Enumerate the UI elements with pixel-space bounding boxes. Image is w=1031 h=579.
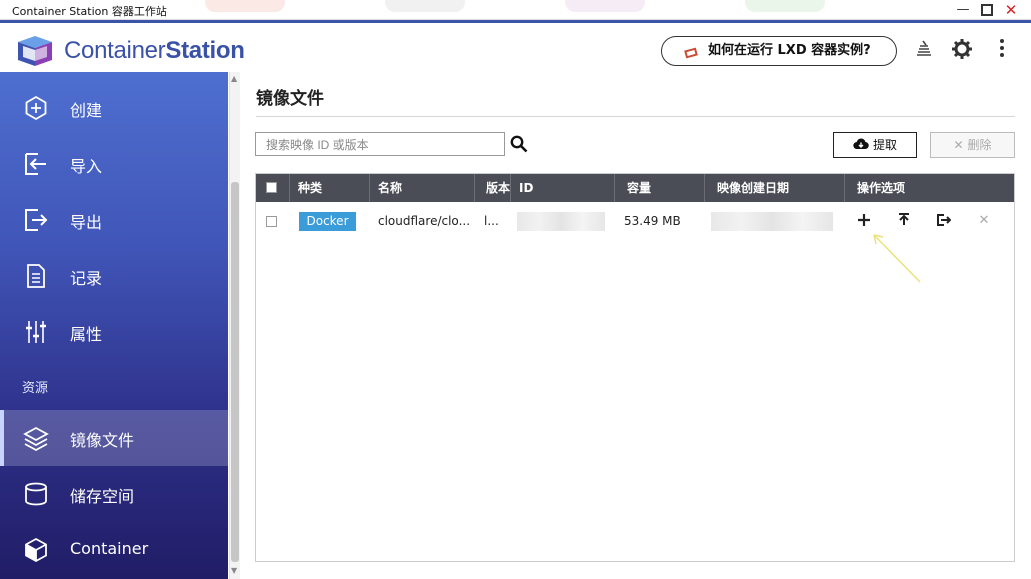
image-version: l... bbox=[484, 214, 499, 228]
sidebar-item-label: 储存空间 bbox=[70, 487, 135, 506]
blurred-tab bbox=[745, 0, 825, 12]
cloud-download-icon bbox=[853, 138, 869, 150]
column-header-id[interactable]: ID bbox=[511, 174, 615, 202]
container-station-logo-icon bbox=[18, 36, 52, 66]
logo-text-regular: Container bbox=[64, 37, 166, 64]
table-row[interactable]: Docker cloudflare/clo... l... 53.49 MB ✕ bbox=[256, 204, 1014, 240]
scrollbar-thumb[interactable] bbox=[231, 182, 239, 562]
minimize-icon[interactable]: — bbox=[955, 2, 971, 18]
created-date-redacted bbox=[711, 212, 833, 231]
gear-icon[interactable] bbox=[950, 38, 974, 62]
export-icon bbox=[25, 209, 48, 231]
sliders-icon bbox=[26, 321, 46, 343]
layers-icon bbox=[23, 426, 49, 452]
document-icon bbox=[27, 264, 45, 288]
image-name[interactable]: cloudflare/clo... bbox=[378, 214, 470, 228]
type-badge: Docker bbox=[299, 212, 356, 231]
logo-text-bold: Station bbox=[165, 37, 245, 64]
sidebar-item-label: 记录 bbox=[70, 269, 103, 288]
window-titlebar: Container Station 容器工作站 — ✕ bbox=[0, 0, 1031, 20]
pull-button-label: 提取 bbox=[872, 138, 897, 152]
search-icon[interactable] bbox=[510, 135, 528, 153]
blurred-tab bbox=[385, 0, 465, 12]
scroll-up-icon[interactable]: ▲ bbox=[231, 74, 237, 83]
select-all-checkbox[interactable] bbox=[266, 182, 277, 193]
stack-icon[interactable] bbox=[912, 38, 936, 62]
image-size: 53.49 MB bbox=[624, 214, 681, 228]
x-icon: ✕ bbox=[953, 138, 964, 152]
sidebar-item-images[interactable]: 镜像文件 bbox=[0, 410, 228, 466]
delete-row-x-icon[interactable]: ✕ bbox=[975, 212, 993, 230]
more-icon[interactable] bbox=[990, 38, 1014, 62]
pull-button[interactable]: 提取 bbox=[833, 132, 917, 158]
title-divider bbox=[256, 116, 1015, 117]
app-header: ContainerStation 如何在运行 LXD 容器实例? bbox=[0, 20, 1031, 72]
scroll-down-icon[interactable]: ▼ bbox=[231, 566, 237, 575]
app-logo-text: ContainerStation bbox=[64, 37, 245, 65]
maximize-icon[interactable] bbox=[979, 2, 995, 18]
sidebar-item-storage[interactable]: 储存空间 bbox=[0, 466, 228, 522]
table-header: 种类 名称 版本 ID 容量 映像创建日期 操作选项 bbox=[256, 174, 1014, 202]
main-content: 镜像文件 搜索映像 ID 或版本 提取 ✕ 删除 种类 名称 版本 ID 容量 … bbox=[240, 72, 1031, 579]
column-header-actions: 操作选项 bbox=[857, 181, 906, 195]
column-header-type[interactable]: 种类 bbox=[290, 174, 370, 202]
sidebar-item-label: 导出 bbox=[70, 213, 103, 232]
sidebar-item-container[interactable]: Container bbox=[0, 522, 228, 578]
sidebar: 创建 导入 导出 记录 属性 资源 镜像文件 储存空间 Container bbox=[0, 72, 228, 579]
sidebar-item-label: 属性 bbox=[70, 325, 103, 344]
push-upload-icon[interactable] bbox=[895, 212, 913, 230]
cube-icon bbox=[25, 537, 47, 563]
column-header-name[interactable]: 名称 bbox=[370, 174, 475, 202]
row-checkbox[interactable] bbox=[266, 216, 277, 227]
column-header-size[interactable]: 容量 bbox=[615, 174, 705, 202]
close-icon[interactable]: ✕ bbox=[1003, 2, 1019, 18]
lxd-help-button[interactable]: 如何在运行 LXD 容器实例? bbox=[661, 36, 897, 66]
book-icon bbox=[684, 43, 700, 71]
column-header-version[interactable]: 版本 bbox=[475, 174, 511, 202]
sidebar-item-create[interactable]: 创建 bbox=[0, 80, 228, 136]
sidebar-item-import[interactable]: 导入 bbox=[0, 136, 228, 192]
sidebar-section-resources: 资源 bbox=[22, 381, 49, 396]
plus-circle-icon bbox=[25, 95, 47, 121]
header-select-cell bbox=[256, 174, 290, 202]
blurred-tab bbox=[565, 0, 645, 12]
images-table: 种类 名称 版本 ID 容量 映像创建日期 操作选项 Docker cloudf… bbox=[255, 173, 1015, 562]
sidebar-scrollbar[interactable]: ▲ ▼ bbox=[229, 72, 240, 579]
sidebar-item-label: 创建 bbox=[70, 101, 103, 120]
import-icon bbox=[25, 153, 46, 175]
sidebar-item-label: Container bbox=[70, 539, 149, 558]
sidebar-item-logs[interactable]: 记录 bbox=[0, 248, 228, 304]
column-header-created[interactable]: 映像创建日期 bbox=[705, 174, 845, 202]
lxd-help-label: 如何在运行 LXD 容器实例? bbox=[708, 43, 871, 58]
sidebar-item-properties[interactable]: 属性 bbox=[0, 304, 228, 360]
blurred-tab bbox=[205, 0, 285, 12]
sidebar-item-label: 镜像文件 bbox=[70, 431, 135, 450]
delete-button-label: 删除 bbox=[967, 138, 992, 152]
window-title: Container Station 容器工作站 bbox=[12, 5, 167, 18]
delete-button[interactable]: ✕ 删除 bbox=[930, 132, 1015, 158]
sidebar-item-export[interactable]: 导出 bbox=[0, 192, 228, 248]
image-id-redacted bbox=[517, 212, 605, 231]
export-image-icon[interactable] bbox=[935, 212, 953, 230]
storage-icon bbox=[25, 482, 47, 506]
sidebar-item-label: 导入 bbox=[70, 157, 103, 176]
create-container-plus-icon[interactable] bbox=[855, 212, 873, 230]
page-title: 镜像文件 bbox=[256, 89, 324, 109]
search-input[interactable]: 搜索映像 ID 或版本 bbox=[255, 132, 505, 156]
